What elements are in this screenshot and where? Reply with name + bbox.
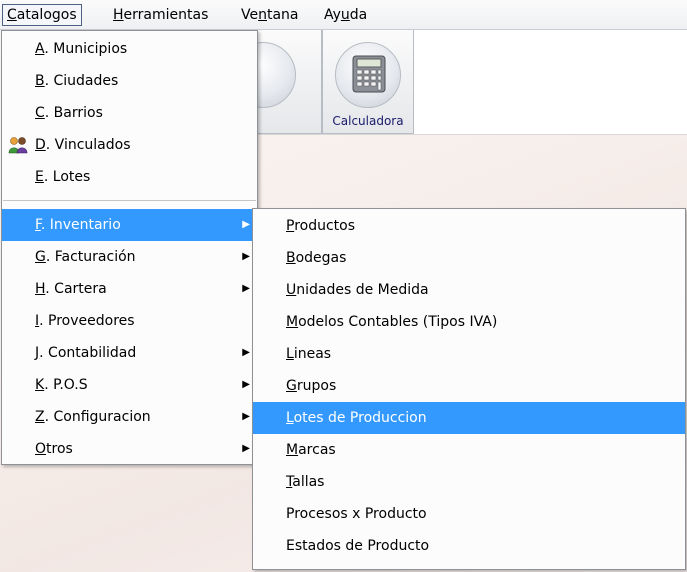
- submenu-item-lineas-key: L: [286, 346, 294, 362]
- calculadora-label: Calculadora: [332, 114, 404, 128]
- menu-item-pos-key: K: [35, 377, 45, 393]
- menu-item-contabilidad-label: . Contabilidad: [39, 345, 137, 361]
- menu-ventana-label: tana: [266, 7, 299, 23]
- submenu-item-lineas-label: ineas: [293, 346, 332, 362]
- menu-item-facturacion-label: . Facturación: [45, 249, 136, 265]
- submenu-arrow-icon: ▶: [242, 347, 250, 358]
- toolbar: to Calculadora: [224, 30, 687, 135]
- menu-item-otros-label: tros: [46, 441, 73, 457]
- menu-item-ciudades-label: . Ciudades: [44, 73, 119, 89]
- menu-catalogos[interactable]: Catalogos: [2, 4, 82, 26]
- submenu-item-grupos-key: G: [286, 378, 297, 394]
- menu-item-lotes[interactable]: E. Lotes: [2, 161, 257, 193]
- submenu-arrow-icon: ▶: [242, 411, 250, 422]
- catalogos-menu: A. Municipios B. Ciudades C. Barrios D. …: [1, 30, 258, 465]
- menu-ayuda-label: da: [349, 7, 368, 23]
- inventario-submenu: Productos Bodegas Unidades de Medida Mod…: [252, 208, 686, 570]
- submenu-item-productos[interactable]: Productos: [253, 210, 685, 242]
- menu-item-pos[interactable]: K. P.O.S ▶: [2, 369, 257, 401]
- menu-item-pos-label: . P.O.S: [44, 377, 88, 393]
- calculadora-button-bulb: [335, 42, 401, 108]
- submenu-item-lineas[interactable]: Lineas: [253, 338, 685, 370]
- menu-item-otros[interactable]: Otros ▶: [2, 433, 257, 465]
- calculator-icon: [352, 55, 386, 93]
- submenu-item-estados-de-producto[interactable]: Estados de Producto: [253, 530, 685, 562]
- submenu-item-lotes-key: L: [286, 410, 294, 426]
- submenu-item-grupos-label: rupos: [296, 378, 337, 394]
- submenu-item-bodegas[interactable]: Bodegas: [253, 242, 685, 274]
- menu-item-otros-key: O: [35, 441, 47, 457]
- submenu-item-procesos-x-producto[interactable]: Procesos x Producto: [253, 498, 685, 530]
- menu-item-barrios-label: . Barrios: [44, 105, 103, 121]
- menu-item-cartera[interactable]: H. Cartera ▶: [2, 273, 257, 305]
- menu-item-vinculados[interactable]: D. Vinculados: [2, 129, 257, 161]
- menu-ayuda[interactable]: Ayuda: [320, 4, 371, 26]
- calculadora-button[interactable]: Calculadora: [322, 30, 414, 134]
- submenu-arrow-icon: ▶: [242, 283, 250, 294]
- submenu-item-unidades-label: nidades de Medida: [296, 282, 429, 298]
- menu-item-contabilidad[interactable]: J. Contabilidad ▶: [2, 337, 257, 369]
- submenu-item-modelos-contables[interactable]: Modelos Contables (Tipos IVA): [253, 306, 685, 338]
- menu-ayuda-pre: Ay: [324, 7, 341, 23]
- submenu-item-marcas-label: arcas: [298, 442, 336, 458]
- menu-item-facturacion[interactable]: G. Facturación ▶: [2, 241, 257, 273]
- menu-item-ciudades-key: B: [35, 73, 45, 89]
- submenu-item-modelos-label: odelos Contables (Tipos IVA): [298, 314, 498, 330]
- submenu-item-productos-key: P: [286, 218, 295, 234]
- submenu-item-marcas[interactable]: Marcas: [253, 434, 685, 466]
- menu-item-configuracion[interactable]: Z. Configuracion ▶: [2, 401, 257, 433]
- submenu-item-lotes-label: otes de Produccion: [293, 410, 427, 426]
- menu-item-configuracion-label: . Configuracion: [44, 409, 151, 425]
- submenu-arrow-icon: ▶: [242, 219, 250, 230]
- menu-item-ciudades[interactable]: B. Ciudades: [2, 65, 257, 97]
- submenu-item-unidades-de-medida[interactable]: Unidades de Medida: [253, 274, 685, 306]
- menu-item-inventario[interactable]: F. Inventario ▶: [2, 209, 257, 241]
- submenu-arrow-icon: ▶: [242, 443, 250, 454]
- menu-separator: [3, 200, 256, 201]
- menu-herramientas[interactable]: Herramientas: [109, 4, 212, 26]
- menu-item-lotes-key: E: [35, 169, 44, 185]
- menu-item-facturacion-key: G: [35, 249, 46, 265]
- menu-item-barrios[interactable]: C. Barrios: [2, 97, 257, 129]
- menu-item-cartera-label: . Cartera: [45, 281, 107, 297]
- submenu-item-tallas[interactable]: Tallas: [253, 466, 685, 498]
- menu-catalogos-label: atalogos: [16, 7, 77, 23]
- menu-ventana-mnemonic: n: [258, 7, 267, 23]
- submenu-item-estados-label: Estados de Producto: [286, 538, 430, 554]
- submenu-arrow-icon: ▶: [242, 251, 250, 262]
- submenu-item-modelos-key: M: [286, 314, 299, 330]
- submenu-arrow-icon: ▶: [242, 379, 250, 390]
- submenu-item-bodegas-key: B: [286, 250, 296, 266]
- submenu-item-unidades-key: U: [286, 282, 297, 298]
- menu-item-municipios-label: . Municipios: [44, 41, 128, 57]
- menu-item-vinculados-key: D: [35, 137, 46, 153]
- menu-item-cartera-key: H: [35, 281, 46, 297]
- submenu-item-procesos-label: Procesos x Producto: [286, 506, 427, 522]
- menu-ventana[interactable]: Ventana: [237, 4, 303, 26]
- menu-item-proveedores[interactable]: I. Proveedores: [2, 305, 257, 337]
- menu-herramientas-label: erramientas: [123, 7, 209, 23]
- submenu-item-lotes-de-produccion[interactable]: Lotes de Produccion: [253, 402, 685, 434]
- submenu-item-tallas-label: allas: [292, 474, 325, 490]
- menu-item-inventario-label: . Inventario: [40, 217, 121, 233]
- submenu-item-bodegas-label: odegas: [295, 250, 347, 266]
- people-icon: [8, 137, 28, 154]
- submenu-item-productos-label: roductos: [294, 218, 356, 234]
- menu-ayuda-mnemonic: u: [340, 7, 350, 23]
- menu-item-vinculados-label: . Vinculados: [45, 137, 131, 153]
- menu-item-municipios[interactable]: A. Municipios: [2, 33, 257, 65]
- menu-herramientas-mnemonic: H: [113, 7, 124, 23]
- menu-ventana-pre: Ve: [241, 7, 259, 23]
- menu-bar: Catalogos Herramientas Ventana Ayuda: [0, 0, 687, 30]
- menu-item-lotes-label: . Lotes: [43, 169, 91, 185]
- menu-item-barrios-key: C: [35, 105, 45, 121]
- menu-item-proveedores-label: . Proveedores: [39, 313, 135, 329]
- submenu-item-marcas-key: M: [286, 442, 299, 458]
- menu-item-configuracion-key: Z: [35, 409, 45, 425]
- submenu-item-grupos[interactable]: Grupos: [253, 370, 685, 402]
- menu-item-municipios-key: A: [35, 41, 45, 57]
- menu-catalogos-mnemonic: C: [7, 7, 17, 23]
